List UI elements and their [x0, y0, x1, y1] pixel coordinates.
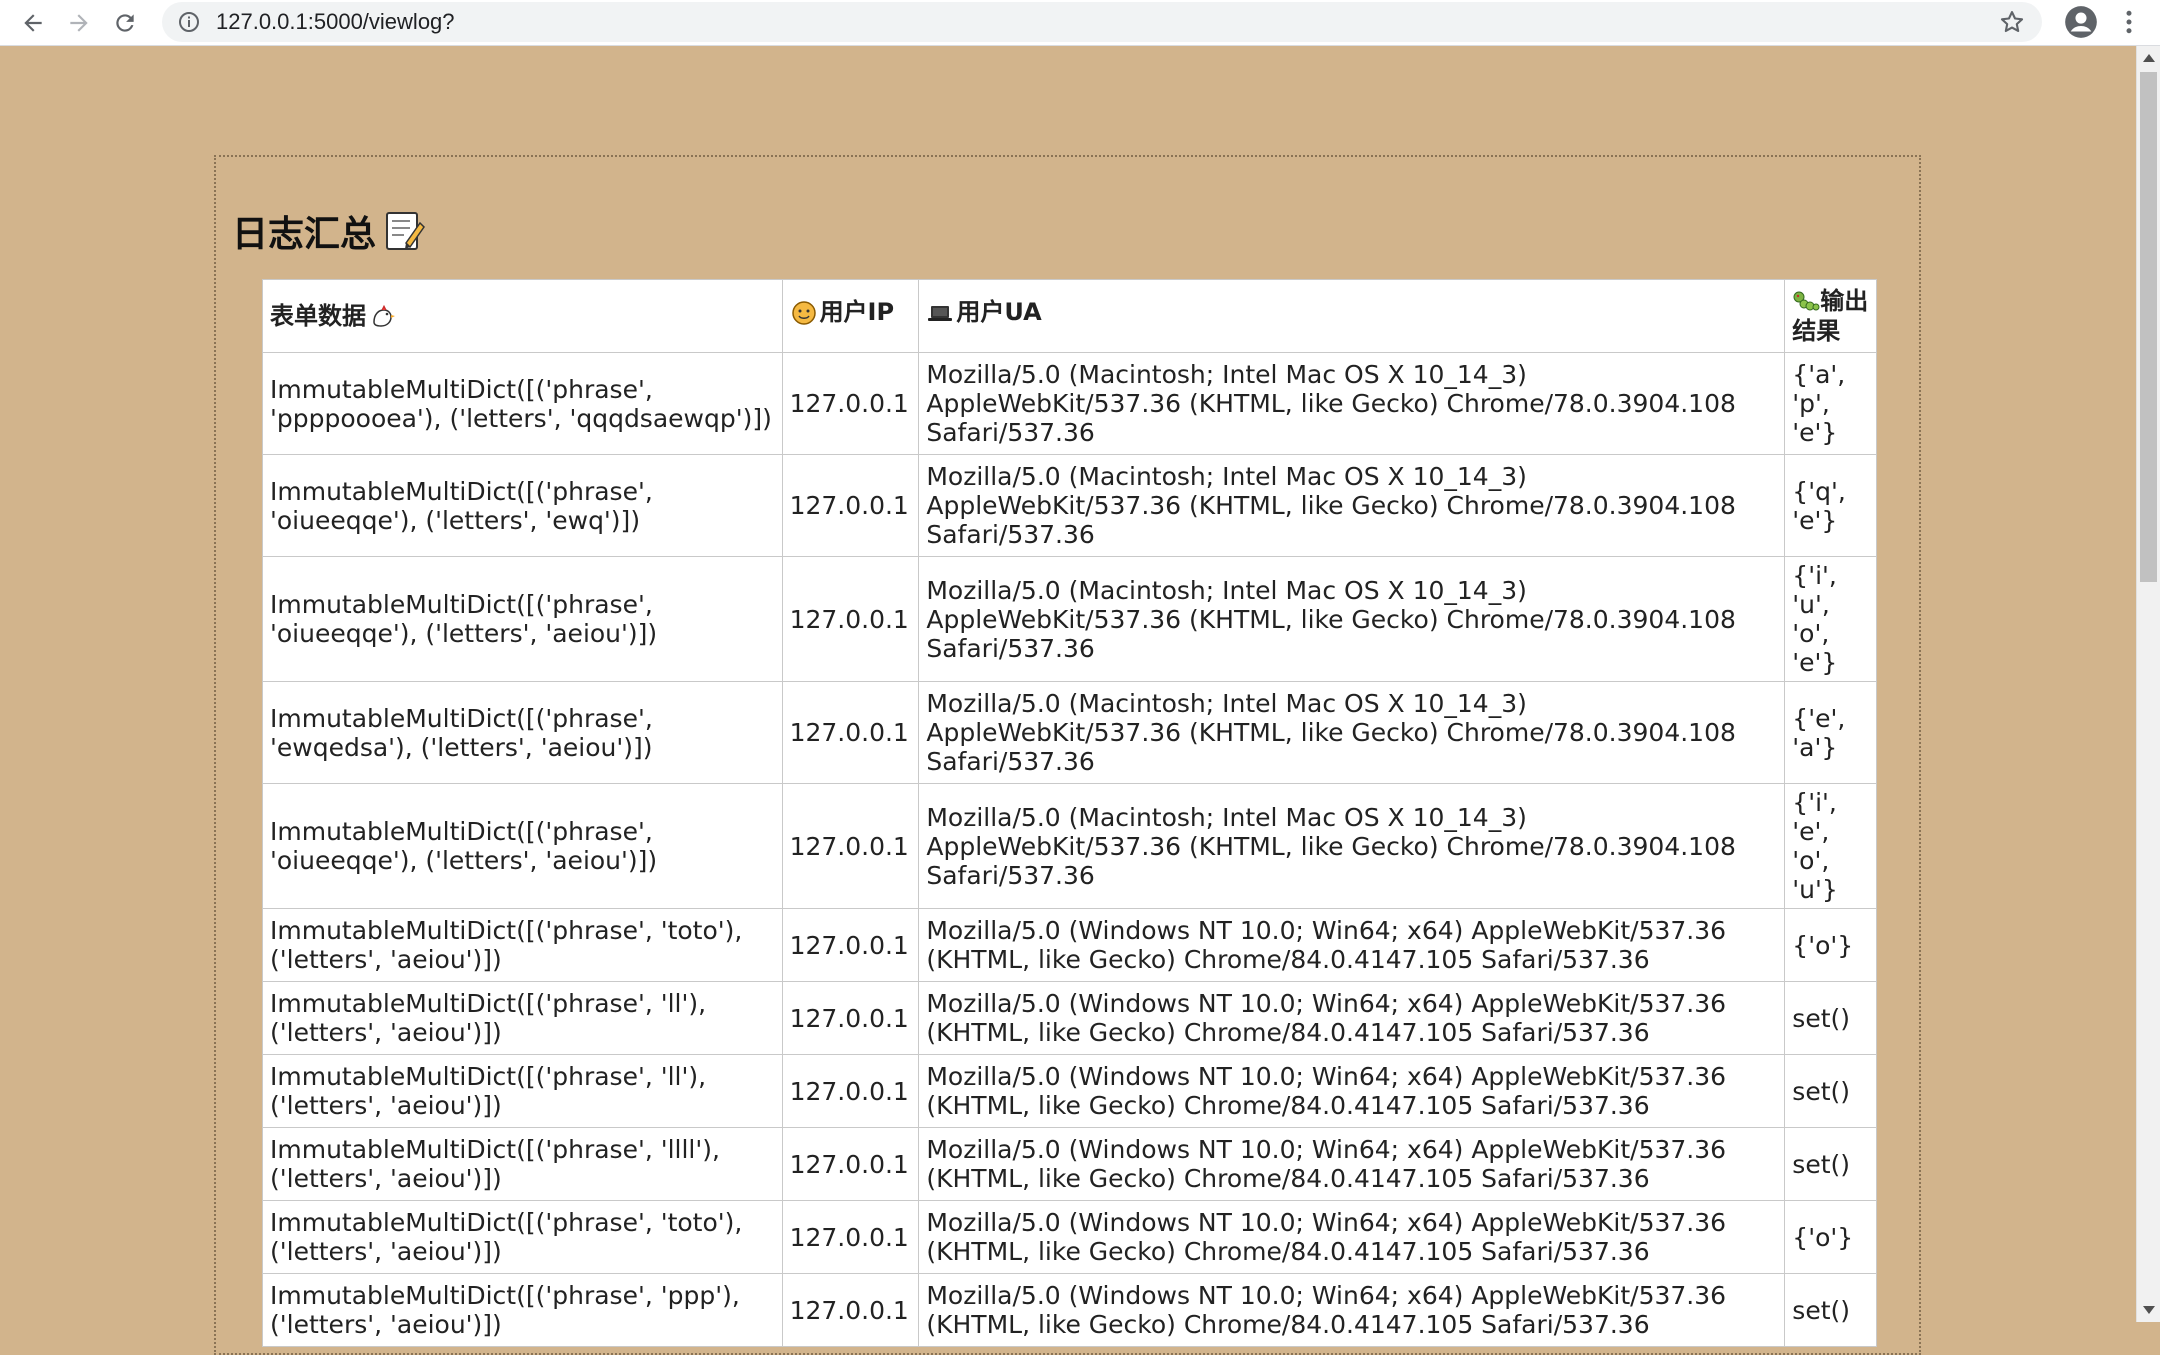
cell-form-data: ImmutableMultiDict([('phrase', 'ewqedsa'… [262, 681, 783, 784]
table-row: ImmutableMultiDict([('phrase', 'll'), ('… [262, 1054, 1877, 1128]
cell-output-result: {'i', 'u', 'o', 'e'} [1784, 556, 1877, 682]
cell-form-data: ImmutableMultiDict([('phrase', 'oiueeqqe… [262, 454, 783, 557]
cell-user-ip: 127.0.0.1 [781, 1273, 920, 1347]
table-row: ImmutableMultiDict([('phrase', 'll'), ('… [262, 981, 1877, 1055]
header-ip-label: 用户IP [819, 298, 895, 327]
header-form-label: 表单数据 [270, 301, 366, 330]
more-menu-icon[interactable] [2112, 3, 2146, 41]
cell-form-data: ImmutableMultiDict([('phrase', 'oiueeqqe… [262, 783, 783, 909]
table-row: ImmutableMultiDict([('phrase', 'oiueeqqe… [262, 454, 1877, 557]
info-icon[interactable] [176, 9, 202, 35]
cell-user-ip: 127.0.0.1 [781, 1200, 920, 1274]
header-ua-label: 用户UA [956, 298, 1042, 327]
address-bar[interactable]: 127.0.0.1:5000/viewlog? [162, 2, 2042, 42]
table-row: ImmutableMultiDict([('phrase', 'oiueeqqe… [262, 556, 1877, 682]
content-box: 日志汇总 表单数据 用户IP 用户UA 输出结果 ImmutableMultiD… [214, 155, 1921, 1355]
cell-user-ua: Mozilla/5.0 (Windows NT 10.0; Win64; x64… [918, 1273, 1786, 1347]
table-row: ImmutableMultiDict([('phrase', 'toto'), … [262, 908, 1877, 982]
forward-arrow-icon[interactable] [56, 0, 102, 46]
cell-user-ua: Mozilla/5.0 (Macintosh; Intel Mac OS X 1… [918, 556, 1786, 682]
table-row: ImmutableMultiDict([('phrase', 'oiueeqqe… [262, 783, 1877, 909]
cell-output-result: {'o'} [1784, 1200, 1877, 1274]
cell-output-result: set() [1784, 1054, 1877, 1128]
cell-user-ua: Mozilla/5.0 (Macintosh; Intel Mac OS X 1… [918, 352, 1786, 455]
bookmark-star-icon[interactable] [1998, 8, 2026, 36]
cell-user-ip: 127.0.0.1 [781, 556, 920, 682]
table-header-row: 表单数据 用户IP 用户UA 输出结果 [262, 279, 1877, 353]
cell-user-ua: Mozilla/5.0 (Macintosh; Intel Mac OS X 1… [918, 681, 1786, 784]
cell-output-result: set() [1784, 981, 1877, 1055]
cell-user-ua: Mozilla/5.0 (Windows NT 10.0; Win64; x64… [918, 1054, 1786, 1128]
caterpillar-icon [1793, 291, 1820, 311]
table-row: ImmutableMultiDict([('phrase', 'llll'), … [262, 1127, 1877, 1201]
reload-icon[interactable] [102, 0, 148, 46]
table-row: ImmutableMultiDict([('phrase', 'ppp'), (… [262, 1273, 1877, 1347]
cell-form-data: ImmutableMultiDict([('phrase', 'ppppoooe… [262, 352, 783, 455]
cell-form-data: ImmutableMultiDict([('phrase', 'toto'), … [262, 1200, 783, 1274]
cell-user-ip: 127.0.0.1 [781, 1054, 920, 1128]
scroll-up-icon[interactable] [2143, 54, 2155, 62]
laptop-icon [928, 305, 953, 321]
cell-output-result: {'o'} [1784, 908, 1877, 982]
cell-form-data: ImmutableMultiDict([('phrase', 'oiueeqqe… [262, 556, 783, 682]
scrollbar-thumb[interactable] [2140, 72, 2157, 582]
page-title-text: 日志汇总 [232, 214, 377, 255]
browser-toolbar: 127.0.0.1:5000/viewlog? [0, 0, 2160, 46]
cell-form-data: ImmutableMultiDict([('phrase', 'llll'), … [262, 1127, 783, 1201]
cell-form-data: ImmutableMultiDict([('phrase', 'll'), ('… [262, 981, 783, 1055]
cell-user-ua: Mozilla/5.0 (Windows NT 10.0; Win64; x64… [918, 981, 1786, 1055]
header-output-result: 输出结果 [1784, 279, 1877, 353]
url-text[interactable]: 127.0.0.1:5000/viewlog? [216, 9, 455, 35]
chicken-icon [373, 304, 395, 327]
face-icon [791, 301, 816, 325]
log-table: 表单数据 用户IP 用户UA 输出结果 ImmutableMultiDict([… [262, 279, 1877, 1347]
cell-user-ua: Mozilla/5.0 (Windows NT 10.0; Win64; x64… [918, 908, 1786, 982]
cell-user-ip: 127.0.0.1 [781, 981, 920, 1055]
cell-output-result: {'e', 'a'} [1784, 681, 1877, 784]
cell-user-ua: Mozilla/5.0 (Macintosh; Intel Mac OS X 1… [918, 783, 1786, 909]
cell-user-ip: 127.0.0.1 [781, 352, 920, 455]
cell-output-result: set() [1784, 1127, 1877, 1201]
header-user-ip: 用户IP [781, 279, 920, 353]
table-row: ImmutableMultiDict([('phrase', 'ewqedsa'… [262, 681, 1877, 784]
header-user-ua: 用户UA [918, 279, 1786, 353]
account-icon[interactable] [2062, 3, 2100, 41]
cell-user-ip: 127.0.0.1 [781, 681, 920, 784]
log-table-body: ImmutableMultiDict([('phrase', 'ppppoooe… [262, 352, 1877, 1347]
back-arrow-icon[interactable] [10, 0, 56, 46]
cell-output-result: set() [1784, 1273, 1877, 1347]
cell-output-result: {'a', 'p', 'e'} [1784, 352, 1877, 455]
memo-icon [386, 212, 425, 250]
cell-output-result: {'q', 'e'} [1784, 454, 1877, 557]
cell-user-ip: 127.0.0.1 [781, 908, 920, 982]
cell-user-ip: 127.0.0.1 [781, 1127, 920, 1201]
cell-user-ip: 127.0.0.1 [781, 454, 920, 557]
cell-form-data: ImmutableMultiDict([('phrase', 'toto'), … [262, 908, 783, 982]
vertical-scrollbar[interactable] [2136, 46, 2160, 1322]
cell-output-result: {'i', 'e', 'o', 'u'} [1784, 783, 1877, 909]
page-title: 日志汇总 [232, 205, 426, 257]
cell-form-data: ImmutableMultiDict([('phrase', 'll'), ('… [262, 1054, 783, 1128]
scroll-down-icon[interactable] [2143, 1306, 2155, 1314]
table-row: ImmutableMultiDict([('phrase', 'toto'), … [262, 1200, 1877, 1274]
cell-user-ua: Mozilla/5.0 (Macintosh; Intel Mac OS X 1… [918, 454, 1786, 557]
table-row: ImmutableMultiDict([('phrase', 'ppppoooe… [262, 352, 1877, 455]
header-form-data: 表单数据 [262, 279, 783, 353]
cell-form-data: ImmutableMultiDict([('phrase', 'ppp'), (… [262, 1273, 783, 1347]
cell-user-ua: Mozilla/5.0 (Windows NT 10.0; Win64; x64… [918, 1200, 1786, 1274]
cell-user-ip: 127.0.0.1 [781, 783, 920, 909]
cell-user-ua: Mozilla/5.0 (Windows NT 10.0; Win64; x64… [918, 1127, 1786, 1201]
